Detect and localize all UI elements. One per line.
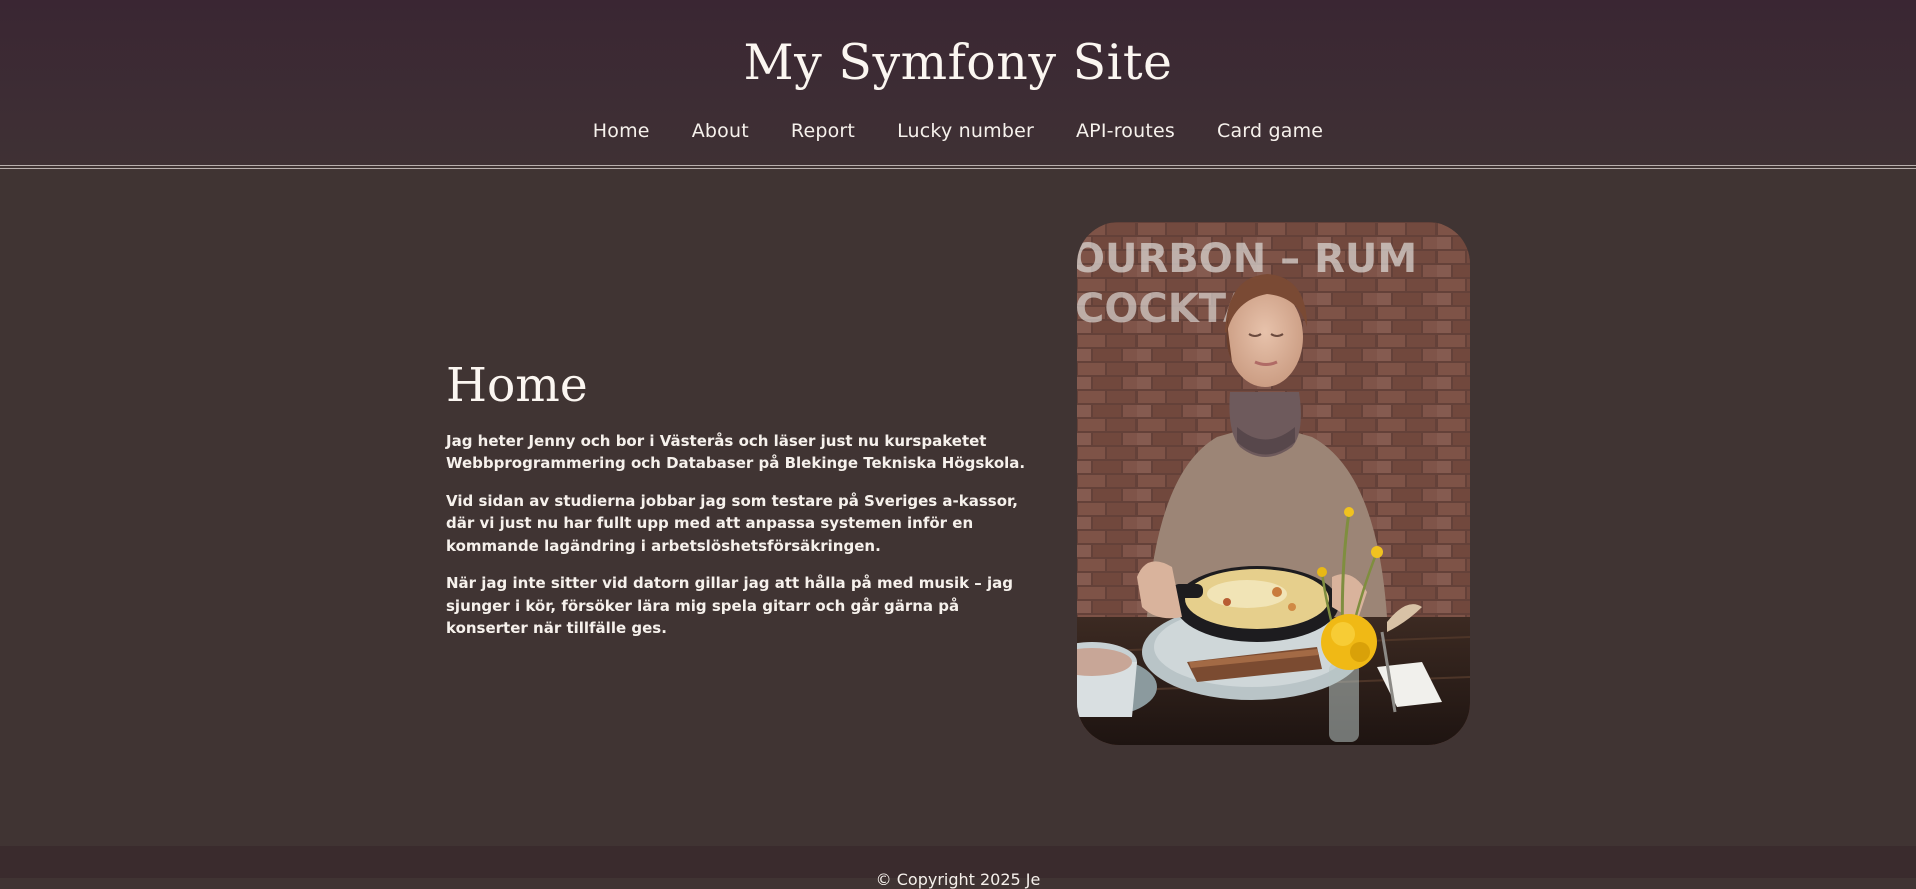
- nav-api-routes[interactable]: API-routes: [1055, 120, 1196, 142]
- main-content: Home Jag heter Jenny och bor i Västerås …: [446, 360, 1046, 655]
- nav-lucky-number[interactable]: Lucky number: [876, 120, 1055, 142]
- copyright-text: © Copyright 2025 Je: [875, 870, 1041, 889]
- site-header: My Symfony Site Home About Report Lucky …: [0, 0, 1916, 165]
- nav-about[interactable]: About: [671, 120, 770, 142]
- header-divider: [0, 165, 1916, 169]
- profile-photo: OURBON – RUM COCKTA: [1077, 222, 1470, 745]
- nav-card-game[interactable]: Card game: [1196, 120, 1344, 142]
- main-nav: Home About Report Lucky number API-route…: [0, 120, 1916, 142]
- work-paragraph: Vid sidan av studierna jobbar jag som te…: [446, 491, 1018, 555]
- wall-text-line1: OURBON – RUM: [1077, 236, 1417, 282]
- hobby-paragraph: När jag inte sitter vid datorn gillar ja…: [446, 574, 1014, 638]
- page-title: Home: [446, 358, 588, 413]
- site-footer: © Copyright 2025 Je: [0, 846, 1916, 889]
- intro-paragraph: Jag heter Jenny och bor i Västerås och l…: [446, 431, 1026, 473]
- nav-home[interactable]: Home: [572, 120, 671, 142]
- site-title: My Symfony Site: [743, 34, 1173, 91]
- nav-report[interactable]: Report: [770, 120, 876, 142]
